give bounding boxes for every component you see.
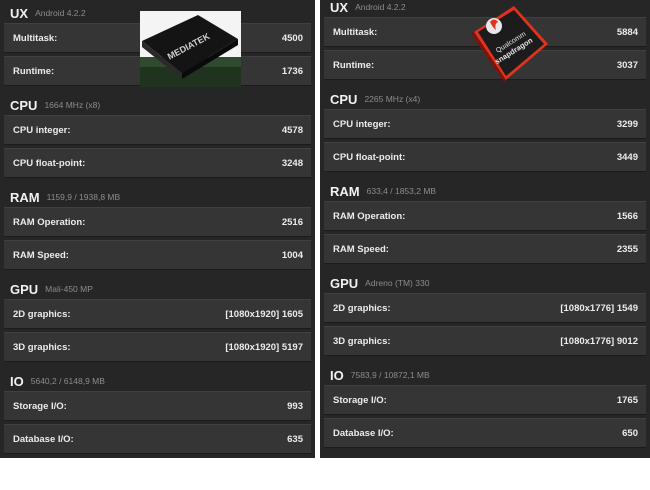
row-label: RAM Operation: [13, 216, 86, 228]
benchmark-row[interactable]: Database I/O: 650 [324, 418, 646, 448]
row-score: 635 [287, 433, 303, 445]
row-score: 3248 [281, 157, 303, 169]
row-label: CPU integer: [13, 124, 71, 136]
row-label: RAM Speed: [333, 243, 389, 255]
benchmark-row[interactable]: 3D graphics: [1080x1920] 5197 [4, 332, 311, 362]
mediatek-chip-icon: MEDIATEK [140, 11, 241, 92]
row-score: 2355 [616, 243, 638, 255]
snapdragon-chip-icon: Qualcomm snapdragon [468, 4, 550, 87]
row-label: CPU float-point: [13, 157, 86, 169]
benchmark-row[interactable]: 2D graphics: [1080x1776] 1549 [324, 293, 646, 323]
section-title: CPU [10, 97, 38, 113]
section-subtitle: 5640,2 / 6148,9 MB [30, 376, 105, 386]
benchmark-row[interactable]: Database I/O: 635 [4, 424, 311, 454]
benchmark-row[interactable]: CPU float-point: 3248 [4, 148, 311, 178]
row-label: CPU float-point: [333, 151, 406, 163]
row-score: [1080x1776] 9012 [560, 335, 638, 347]
row-label: RAM Operation: [333, 210, 406, 222]
row-score: 3449 [616, 151, 638, 163]
section-title: UX [10, 5, 29, 21]
benchmark-row[interactable]: RAM Speed: 1004 [4, 240, 311, 270]
benchmark-row[interactable]: 2D graphics: [1080x1920] 1605 [4, 299, 311, 329]
benchmark-row[interactable]: CPU float-point: 3449 [324, 142, 646, 172]
row-label: Runtime: [13, 65, 55, 77]
section-title: IO [330, 367, 344, 383]
row-score: 3037 [616, 59, 638, 71]
row-label: Database I/O: [13, 433, 74, 445]
section-title: RAM [330, 183, 360, 199]
section-subtitle: 633,4 / 1853,2 MB [366, 186, 437, 196]
section-subtitle: Android 4.2.2 [355, 2, 406, 12]
section-title: GPU [10, 281, 39, 297]
row-label: Storage I/O: [333, 394, 387, 406]
section-subtitle: 1159,9 / 1938,8 MB [46, 192, 121, 202]
row-score: 650 [622, 427, 638, 439]
benchmark-row[interactable]: Storage I/O: 1765 [324, 385, 646, 415]
row-label: Multitask: [333, 26, 378, 38]
benchmark-row[interactable]: 3D graphics: [1080x1776] 9012 [324, 326, 646, 356]
row-label: CPU integer: [333, 118, 391, 130]
row-label: Runtime: [333, 59, 375, 71]
section-title: UX [330, 0, 349, 15]
row-score: 2516 [281, 216, 303, 228]
row-score: 1004 [281, 249, 303, 261]
left-benchmark-panel: UX Android 4.2.2 Multitask: 4500 Runtime: 173… [0, 0, 315, 458]
benchmark-row[interactable]: RAM Operation: 2516 [4, 207, 311, 237]
section-subtitle: Mali-450 MP [45, 284, 93, 294]
row-label: RAM Speed: [13, 249, 69, 261]
benchmark-row[interactable]: RAM Operation: 1566 [324, 201, 646, 231]
benchmark-row[interactable]: CPU integer: 3299 [324, 109, 646, 139]
right-benchmark-panel: UX Android 4.2.2 Multitask: 5884 Runtime: 303… [320, 0, 650, 458]
section-title: IO [10, 373, 24, 389]
row-score: 3299 [616, 118, 638, 130]
row-score: [1080x1920] 1605 [225, 308, 303, 320]
row-label: 3D graphics: [13, 341, 71, 353]
row-score: 993 [287, 400, 303, 412]
section-subtitle: Android 4.2.2 [35, 8, 86, 18]
row-label: 3D graphics: [333, 335, 391, 347]
section-subtitle: 1664 MHz (x8) [44, 100, 101, 110]
row-score: 1765 [616, 394, 638, 406]
section-subtitle: 2265 MHz (x4) [364, 94, 421, 104]
row-label: 2D graphics: [13, 308, 71, 320]
benchmark-row[interactable]: CPU integer: 4578 [4, 115, 311, 145]
benchmark-row[interactable]: RAM Speed: 2355 [324, 234, 646, 264]
section-subtitle: 7583,9 / 10872,1 MB [350, 370, 430, 380]
row-score: 1566 [616, 210, 638, 222]
section-title: RAM [10, 189, 40, 205]
section-title: GPU [330, 275, 359, 291]
benchmark-row[interactable]: Storage I/O: 993 [4, 391, 311, 421]
row-score: 1736 [281, 65, 303, 77]
row-score: 4578 [281, 124, 303, 136]
row-label: Database I/O: [333, 427, 394, 439]
row-label: Multitask: [13, 32, 58, 44]
row-label: 2D graphics: [333, 302, 391, 314]
row-score: [1080x1776] 1549 [560, 302, 638, 314]
row-score: 4500 [281, 32, 303, 44]
row-score: 5884 [616, 26, 638, 38]
section-subtitle: Adreno (TM) 330 [365, 278, 430, 288]
row-score: [1080x1920] 5197 [225, 341, 303, 353]
row-label: Storage I/O: [13, 400, 67, 412]
section-title: CPU [330, 91, 358, 107]
